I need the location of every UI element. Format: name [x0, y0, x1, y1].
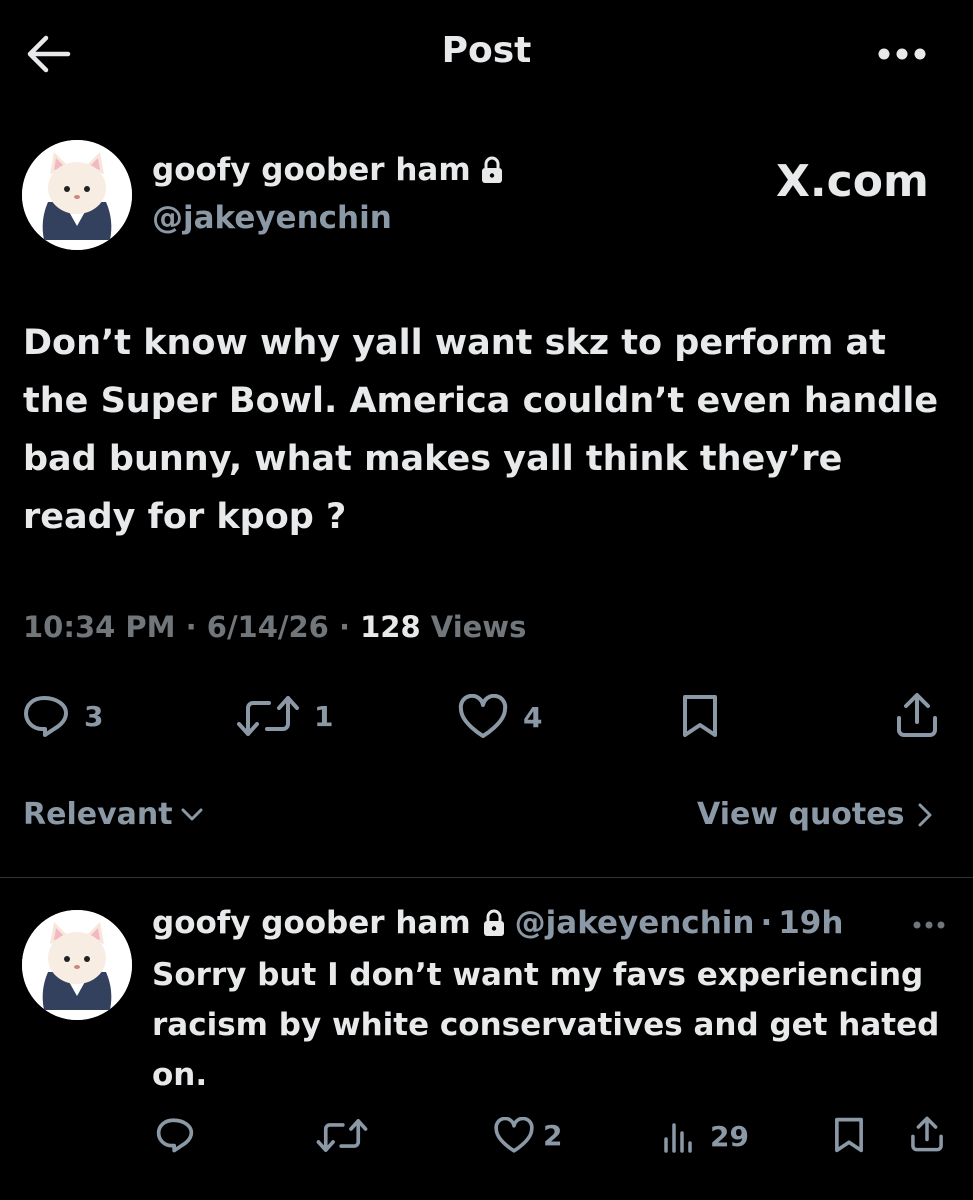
sort-label: Relevant — [23, 797, 173, 832]
bookmark-icon[interactable] — [679, 694, 721, 738]
post-text: Don’t know why yall want skz to perform … — [23, 323, 939, 537]
reply-icon — [22, 694, 70, 738]
post-meta: 10:34 PM · 6/14/26 · 128 Views — [23, 610, 526, 644]
chevron-right-icon — [918, 803, 932, 827]
reply-repost-icon[interactable] — [316, 1119, 368, 1152]
reply-bookmark-icon[interactable] — [832, 1117, 866, 1153]
repost-icon — [236, 696, 300, 736]
chevron-down-icon — [181, 808, 203, 822]
meta-separator: · — [338, 610, 350, 644]
reply-avatar[interactable] — [22, 910, 132, 1020]
author-name-text: goofy goober ham — [152, 152, 471, 188]
meta-separator: · — [185, 610, 197, 644]
author-name[interactable]: goofy goober ham — [152, 152, 503, 188]
author-handle[interactable]: @jakeyenchin — [152, 200, 392, 236]
lock-icon — [483, 909, 505, 937]
reply-header: goofy goober ham @jakeyenchin · 19h — [152, 905, 843, 941]
reply-author-handle[interactable]: @jakeyenchin — [515, 905, 755, 941]
reply-reply-icon[interactable] — [155, 1117, 195, 1153]
page-title: Post — [441, 30, 532, 71]
views-count: 128 — [360, 610, 421, 644]
brand-logo: X.com — [776, 156, 929, 207]
more-options-icon[interactable] — [876, 46, 928, 62]
avatar[interactable] — [22, 140, 132, 250]
reply-more-icon[interactable] — [912, 920, 946, 930]
like-button[interactable]: 4 — [457, 694, 542, 740]
lock-icon — [481, 156, 503, 184]
repost-count: 1 — [314, 699, 334, 733]
reply-like-count: 2 — [543, 1119, 563, 1152]
view-quotes-link[interactable]: View quotes — [697, 797, 932, 832]
views-label: Views — [430, 610, 527, 644]
divider — [0, 877, 973, 878]
reply-count: 3 — [84, 699, 104, 733]
reply-views-count: 29 — [710, 1119, 749, 1153]
post-time[interactable]: 10:34 PM — [23, 610, 176, 644]
reply-separator: · — [760, 905, 773, 941]
share-icon[interactable] — [894, 692, 940, 738]
views-icon — [662, 1119, 696, 1153]
heart-icon — [457, 694, 509, 740]
reply-button[interactable]: 3 — [22, 694, 103, 738]
view-quotes-label: View quotes — [697, 797, 905, 832]
reply-text: Sorry but I don’t want my favs experienc… — [152, 957, 940, 1093]
repost-button[interactable]: 1 — [236, 696, 333, 736]
like-count: 4 — [523, 700, 543, 734]
reply-author-name[interactable]: goofy goober ham — [152, 905, 471, 941]
reply-share-icon[interactable] — [909, 1116, 945, 1152]
heart-icon — [493, 1117, 535, 1154]
post-date[interactable]: 6/14/26 — [207, 610, 329, 644]
reply-views-button[interactable]: 29 — [662, 1119, 749, 1153]
sort-dropdown[interactable]: Relevant — [23, 797, 203, 832]
reply-time[interactable]: 19h — [778, 905, 843, 941]
reply-like-button[interactable]: 2 — [493, 1117, 562, 1154]
